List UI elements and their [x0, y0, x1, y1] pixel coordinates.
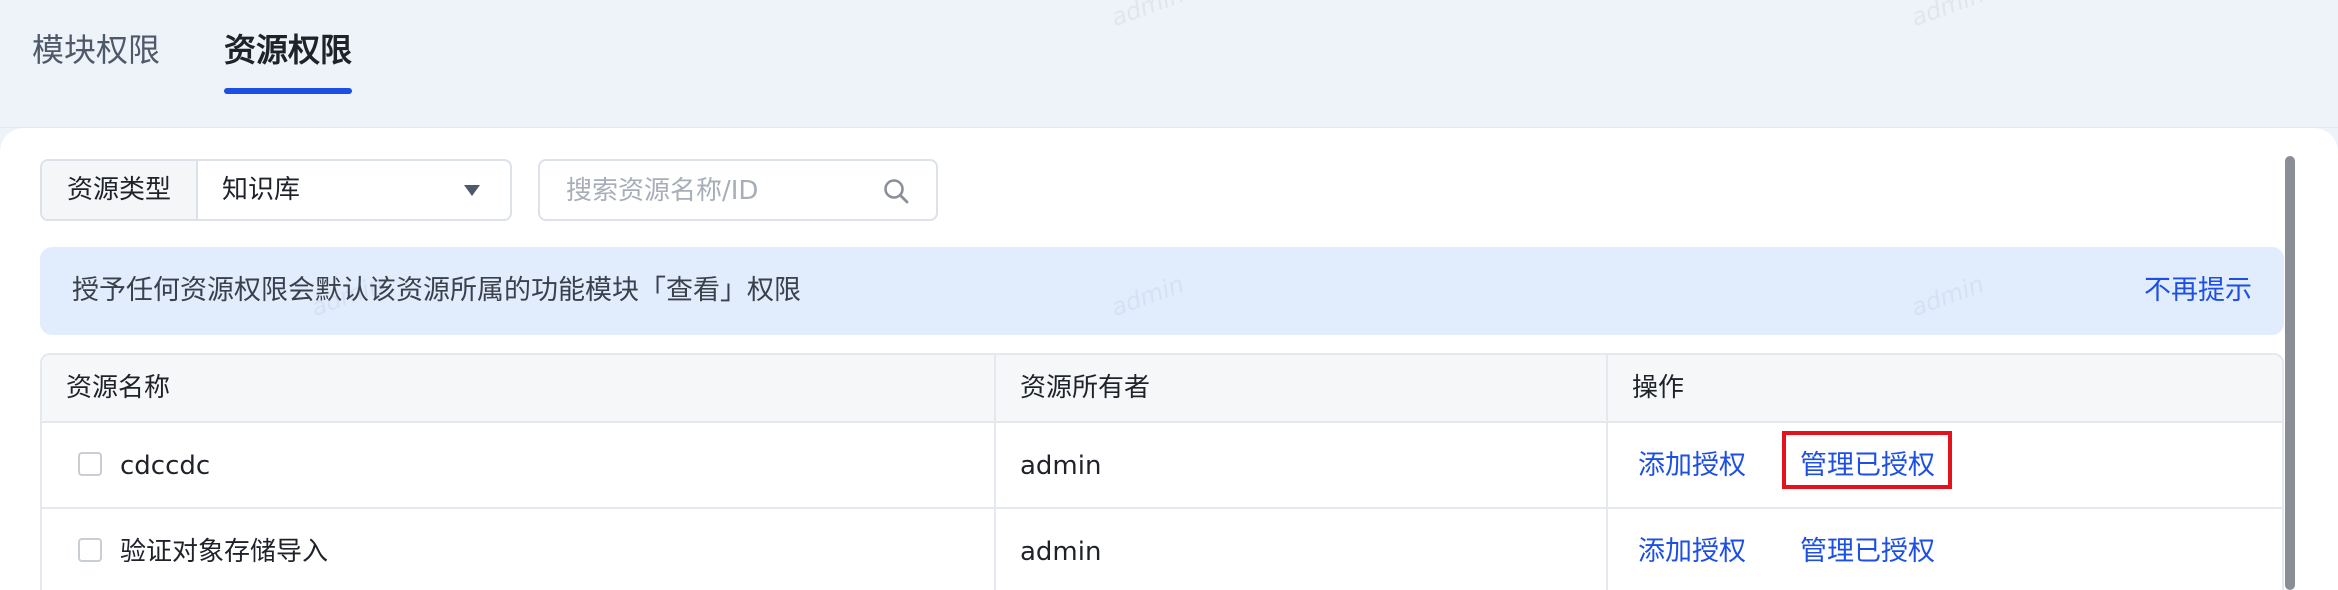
tab-bar: 模块权限 资源权限: [0, 0, 2338, 128]
tab-resource-permissions[interactable]: 资源权限: [224, 26, 352, 74]
add-authorization-link[interactable]: 添加授权: [1638, 423, 1746, 509]
resource-owner: admin: [1020, 451, 1102, 481]
resource-type-value: 知识库: [222, 175, 301, 205]
search-box: [538, 159, 938, 221]
row-checkbox[interactable]: [78, 538, 102, 562]
info-notice-banner: 授予任何资源权限会默认该资源所属的功能模块「查看」权限 不再提示: [40, 247, 2284, 335]
resource-owner: admin: [1020, 537, 1102, 567]
search-icon[interactable]: [882, 177, 910, 205]
resource-table: 资源名称 资源所有者 操作 cdccdc admin 添加授权 管理已授权 验证…: [40, 353, 2284, 590]
manage-authorization-link[interactable]: 管理已授权: [1800, 509, 1935, 590]
highlight-box: [1782, 431, 1952, 489]
header-actions: 操作: [1632, 373, 1685, 403]
resource-type-label: 资源类型: [42, 161, 198, 219]
caret-down-icon: [464, 185, 480, 196]
resource-name: 验证对象存储导入: [120, 537, 329, 567]
vertical-scrollbar[interactable]: [2285, 156, 2295, 590]
active-tab-indicator: [224, 88, 352, 94]
tab-module-permissions[interactable]: 模块权限: [32, 26, 160, 74]
table-row: 验证对象存储导入 admin 添加授权 管理已授权: [42, 509, 2282, 590]
add-authorization-link[interactable]: 添加授权: [1638, 509, 1746, 590]
header-resource-name: 资源名称: [66, 373, 171, 403]
notice-text: 授予任何资源权限会默认该资源所属的功能模块「查看」权限: [72, 275, 801, 306]
table-row: cdccdc admin 添加授权 管理已授权: [42, 423, 2282, 509]
header-resource-owner: 资源所有者: [1020, 373, 1151, 403]
resource-name: cdccdc: [120, 451, 211, 481]
resource-type-select[interactable]: 资源类型 知识库: [40, 159, 512, 221]
table-header: 资源名称 资源所有者 操作: [42, 355, 2282, 423]
row-checkbox[interactable]: [78, 452, 102, 476]
dismiss-notice-link[interactable]: 不再提示: [2144, 247, 2252, 335]
search-input[interactable]: [564, 169, 868, 213]
